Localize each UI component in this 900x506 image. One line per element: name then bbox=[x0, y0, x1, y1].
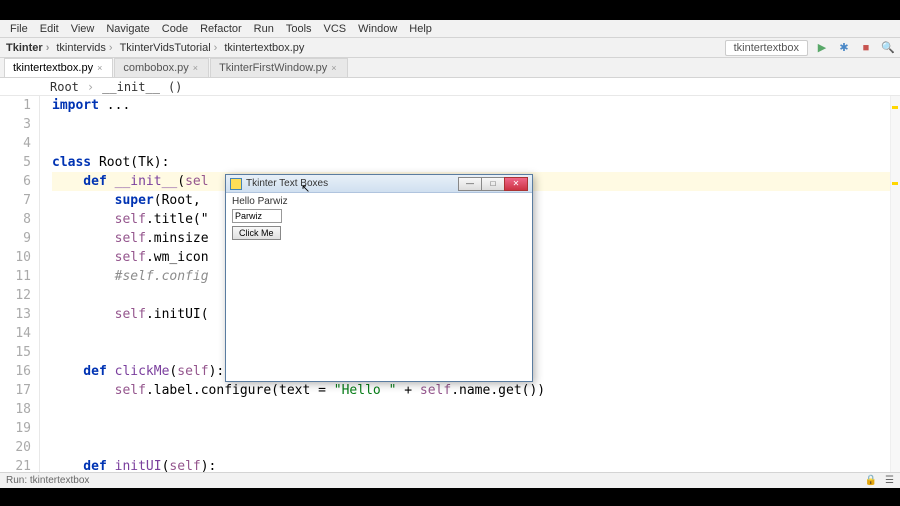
tab-label: combobox.py bbox=[123, 62, 188, 74]
menubar: File Edit View Navigate Code Refactor Ru… bbox=[0, 20, 900, 38]
run-icon[interactable]: ▶ bbox=[814, 40, 830, 56]
code-breadcrumb: Root › __init__ () bbox=[0, 78, 900, 96]
lock-icon[interactable]: 🔒 bbox=[865, 475, 877, 486]
debug-icon[interactable]: ✱ bbox=[836, 40, 852, 56]
line-num: 7 bbox=[0, 191, 31, 210]
click-me-button[interactable]: Click Me bbox=[232, 226, 281, 240]
line-num: 16 bbox=[0, 362, 31, 381]
navigation-bar: Tkinter tkintervids TkinterVidsTutorial … bbox=[0, 38, 900, 58]
ide-window: File Edit View Navigate Code Refactor Ru… bbox=[0, 20, 900, 488]
minimize-button[interactable]: — bbox=[458, 177, 482, 191]
editor-tabs: tkintertextbox.py × combobox.py × TkinterF… bbox=[0, 58, 900, 78]
tab-tkinterfirstwindow[interactable]: TkinterFirstWindow.py × bbox=[210, 58, 347, 77]
status-run-name: tkintertextbox bbox=[30, 475, 89, 486]
error-stripe[interactable] bbox=[890, 96, 900, 474]
menu-run[interactable]: Run bbox=[248, 23, 280, 35]
line-num: 11 bbox=[0, 267, 31, 286]
search-icon[interactable]: 🔍 bbox=[880, 40, 896, 56]
close-button[interactable]: ✕ bbox=[504, 177, 528, 191]
line-num: 18 bbox=[0, 400, 31, 419]
tab-combobox[interactable]: combobox.py × bbox=[114, 58, 209, 77]
hello-label: Hello Parwiz bbox=[232, 196, 526, 207]
close-icon[interactable]: × bbox=[193, 63, 198, 73]
breadcrumb-folder-2[interactable]: TkinterVidsTutorial bbox=[118, 42, 223, 54]
python-icon bbox=[230, 178, 242, 190]
breadcrumb-class[interactable]: Root bbox=[50, 80, 79, 94]
window-title: Tkinter Text Boxes bbox=[246, 178, 328, 189]
line-num: 19 bbox=[0, 419, 31, 438]
menu-file[interactable]: File bbox=[4, 23, 34, 35]
line-num: 8 bbox=[0, 210, 31, 229]
line-num: 4 bbox=[0, 134, 31, 153]
breadcrumb-function[interactable]: __init__ bbox=[102, 80, 160, 94]
line-num: 15 bbox=[0, 343, 31, 362]
tkinter-body: Hello Parwiz Click Me bbox=[226, 193, 532, 243]
menu-window[interactable]: Window bbox=[352, 23, 403, 35]
status-run-label: Run: bbox=[6, 475, 27, 486]
close-icon[interactable]: × bbox=[331, 63, 336, 73]
stop-icon[interactable]: ■ bbox=[858, 40, 874, 56]
menu-edit[interactable]: Edit bbox=[34, 23, 65, 35]
line-num: 10 bbox=[0, 248, 31, 267]
name-input[interactable] bbox=[232, 209, 282, 223]
line-num: 9 bbox=[0, 229, 31, 248]
line-num: 1 bbox=[0, 96, 31, 115]
tab-tkintertextbox[interactable]: tkintertextbox.py × bbox=[4, 58, 113, 77]
tkinter-titlebar[interactable]: Tkinter Text Boxes — □ ✕ bbox=[226, 175, 532, 193]
menu-view[interactable]: View bbox=[65, 23, 101, 35]
warning-marker[interactable] bbox=[892, 106, 898, 109]
breadcrumb-project[interactable]: Tkinter bbox=[4, 42, 54, 54]
menu-vcs[interactable]: VCS bbox=[318, 23, 353, 35]
menu-navigate[interactable]: Navigate bbox=[100, 23, 155, 35]
event-log-icon[interactable]: ☰ bbox=[885, 475, 894, 486]
line-num: 20 bbox=[0, 438, 31, 457]
tkinter-app-window[interactable]: Tkinter Text Boxes — □ ✕ Hello Parwiz Cl… bbox=[225, 174, 533, 382]
maximize-button[interactable]: □ bbox=[481, 177, 505, 191]
breadcrumb-suffix: () bbox=[168, 80, 182, 94]
run-config-selector[interactable]: tkintertextbox bbox=[725, 40, 808, 56]
warning-marker[interactable] bbox=[892, 182, 898, 185]
line-num: 5 bbox=[0, 153, 31, 172]
menu-help[interactable]: Help bbox=[403, 23, 438, 35]
breadcrumb-sep: › bbox=[87, 80, 94, 94]
line-num: 12 bbox=[0, 286, 31, 305]
tab-label: tkintertextbox.py bbox=[13, 62, 93, 74]
menu-tools[interactable]: Tools bbox=[280, 23, 318, 35]
close-icon[interactable]: × bbox=[97, 63, 102, 73]
line-num: 17 bbox=[0, 381, 31, 400]
menu-refactor[interactable]: Refactor bbox=[194, 23, 248, 35]
menu-code[interactable]: Code bbox=[156, 23, 194, 35]
tab-label: TkinterFirstWindow.py bbox=[219, 62, 327, 74]
line-num: 6 bbox=[0, 172, 31, 191]
breadcrumb-folder-1[interactable]: tkintervids bbox=[54, 42, 117, 54]
line-num: 13 bbox=[0, 305, 31, 324]
status-bar: Run: tkintertextbox 🔒 ☰ bbox=[0, 472, 900, 488]
line-num: 14 bbox=[0, 324, 31, 343]
line-gutter: 1 3 4 5 6 7 8 9 10 11 12 13 14 15 16 17 … bbox=[0, 96, 40, 474]
breadcrumb-file[interactable]: tkintertextbox.py bbox=[222, 42, 312, 54]
line-num: 3 bbox=[0, 115, 31, 134]
